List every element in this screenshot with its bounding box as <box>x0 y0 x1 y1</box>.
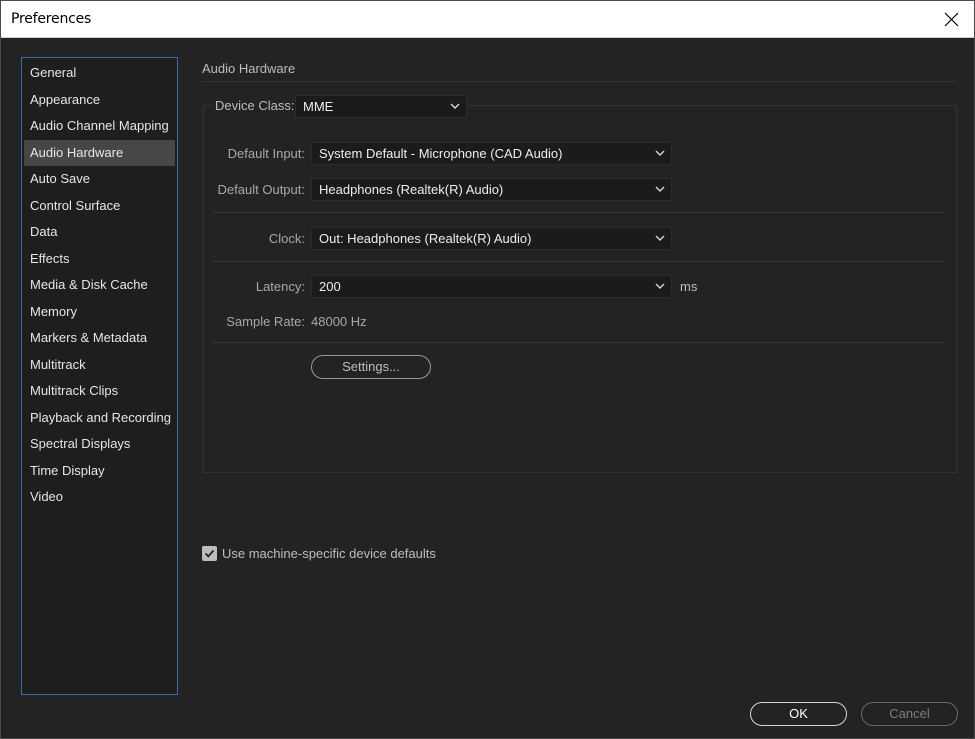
device-class-value: MME <box>303 99 334 114</box>
device-class-dropdown[interactable]: MME <box>295 95 467 118</box>
sample-rate-label: Sample Rate: <box>226 314 305 329</box>
default-output-dropdown[interactable]: Headphones (Realtek(R) Audio) <box>311 178 672 201</box>
sidebar-item-appearance[interactable]: Appearance <box>24 87 175 114</box>
device-class-label: Device Class: <box>213 98 297 113</box>
default-input-value: System Default - Microphone (CAD Audio) <box>319 146 563 161</box>
chevron-down-icon <box>450 103 460 109</box>
sidebar-item-multitrack[interactable]: Multitrack <box>24 352 175 379</box>
divider <box>213 212 945 213</box>
sidebar-item-memory[interactable]: Memory <box>24 299 175 326</box>
chevron-down-icon <box>655 150 665 156</box>
latency-unit: ms <box>680 279 698 294</box>
close-icon <box>944 12 958 26</box>
latency-label: Latency: <box>255 279 305 294</box>
clock-label: Clock: <box>268 231 305 246</box>
clock-dropdown[interactable]: Out: Headphones (Realtek(R) Audio) <box>311 227 672 250</box>
sidebar-item-data[interactable]: Data <box>24 219 175 246</box>
default-output-value: Headphones (Realtek(R) Audio) <box>319 182 504 197</box>
sidebar-item-markers-metadata[interactable]: Markers & Metadata <box>24 325 175 352</box>
divider <box>201 81 957 82</box>
cancel-button[interactable]: Cancel <box>861 702 958 726</box>
close-button[interactable] <box>928 1 974 37</box>
sidebar-item-time-display[interactable]: Time Display <box>24 458 175 485</box>
chevron-down-icon <box>655 283 665 289</box>
latency-dropdown[interactable]: 200 <box>311 275 672 298</box>
panel-title: Audio Hardware <box>202 61 296 76</box>
sidebar-item-auto-save[interactable]: Auto Save <box>24 166 175 193</box>
sidebar-item-audio-channel-mapping[interactable]: Audio Channel Mapping <box>24 113 175 140</box>
settings-button[interactable]: Settings... <box>311 355 431 379</box>
sidebar-item-video[interactable]: Video <box>24 484 175 511</box>
machine-defaults-option: Use machine-specific device defaults <box>202 546 436 561</box>
latency-value: 200 <box>319 279 341 294</box>
sidebar-item-playback-recording[interactable]: Playback and Recording <box>24 405 175 432</box>
machine-defaults-label: Use machine-specific device defaults <box>222 546 436 561</box>
divider <box>213 261 945 262</box>
sidebar-item-general[interactable]: General <box>24 60 175 87</box>
default-input-dropdown[interactable]: System Default - Microphone (CAD Audio) <box>311 142 672 165</box>
sample-rate-value: 48000 Hz <box>311 314 367 329</box>
chevron-down-icon <box>655 186 665 192</box>
sidebar-item-media-disk-cache[interactable]: Media & Disk Cache <box>24 272 175 299</box>
sidebar-item-spectral-displays[interactable]: Spectral Displays <box>24 431 175 458</box>
clock-value: Out: Headphones (Realtek(R) Audio) <box>319 231 532 246</box>
ok-button[interactable]: OK <box>750 702 847 726</box>
window-title: Preferences <box>11 11 92 27</box>
sidebar-item-effects[interactable]: Effects <box>24 246 175 273</box>
preferences-dialog: Preferences General Appearance Audio Cha… <box>0 0 975 739</box>
sidebar-item-control-surface[interactable]: Control Surface <box>24 193 175 220</box>
sidebar-item-audio-hardware[interactable]: Audio Hardware <box>24 139 175 166</box>
default-output-label: Default Output: <box>217 182 305 197</box>
sidebar-item-multitrack-clips[interactable]: Multitrack Clips <box>24 378 175 405</box>
machine-defaults-checkbox[interactable] <box>202 546 217 561</box>
title-bar: Preferences <box>1 1 974 38</box>
preferences-category-list: General Appearance Audio Channel Mapping… <box>21 57 178 695</box>
checkmark-icon <box>204 549 215 558</box>
chevron-down-icon <box>655 235 665 241</box>
divider <box>213 342 945 343</box>
default-input-label: Default Input: <box>227 146 305 161</box>
